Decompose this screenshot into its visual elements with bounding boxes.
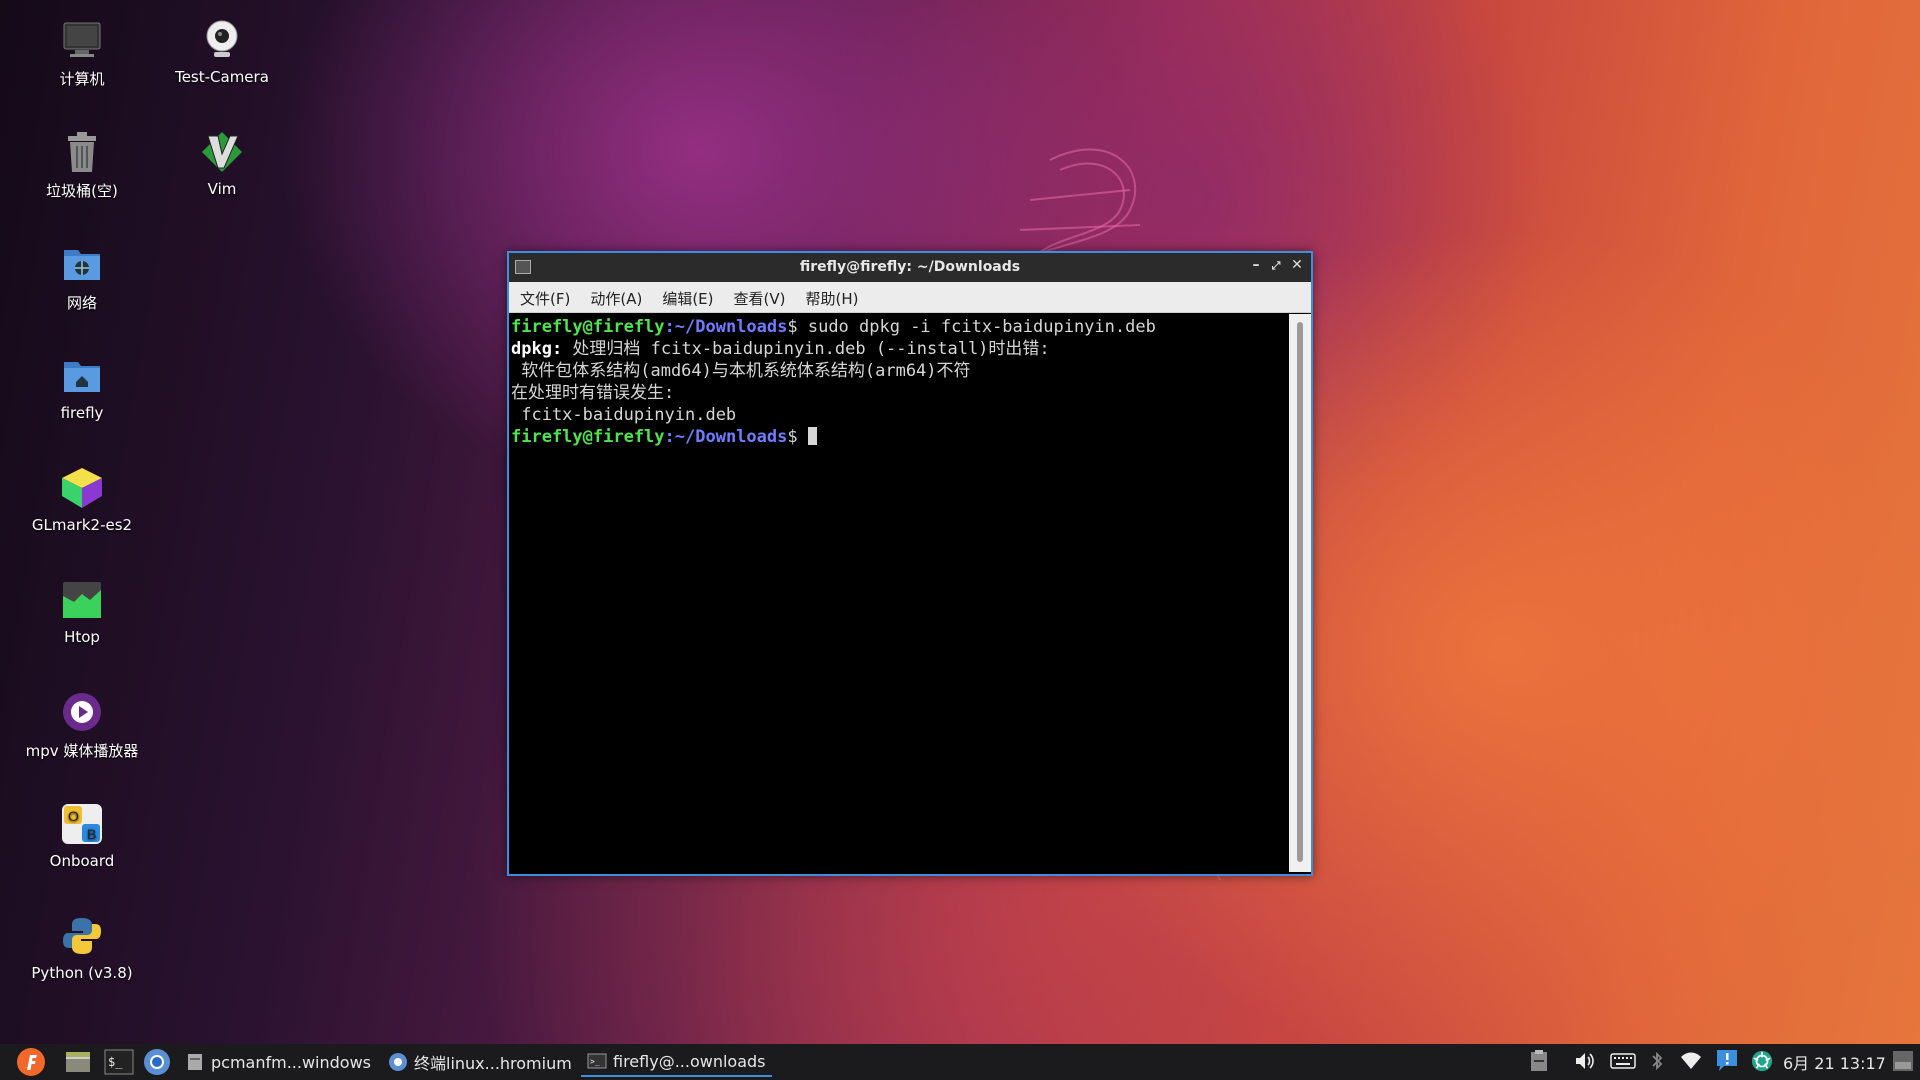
maximize-button[interactable]: ⤢ <box>1267 259 1285 273</box>
desktop-icon-label: 计算机 <box>59 70 105 88</box>
desktop-icon-firefly[interactable]: firefly <box>17 354 147 422</box>
desktop-icon-label: Python (v3.8) <box>31 964 133 982</box>
keyboard-icon[interactable] <box>1610 1050 1636 1072</box>
close-button[interactable]: ✕ <box>1288 257 1306 273</box>
chromium-icon <box>144 1049 170 1075</box>
task-label: 终端linux...hromium <box>414 1054 572 1073</box>
menu-view[interactable]: 查看(V) <box>724 282 796 312</box>
menu-file[interactable]: 文件(F) <box>509 282 580 312</box>
menu-edit[interactable]: 编辑(E) <box>652 282 723 312</box>
prompt-user: firefly@firefly <box>511 427 665 447</box>
desktop-icon-onboard[interactable]: OB Onboard <box>17 802 147 870</box>
window-titlebar[interactable]: firefly@firefly: ~/Downloads – ⤢ ✕ <box>509 253 1311 282</box>
terminal-window[interactable]: firefly@firefly: ~/Downloads – ⤢ ✕ 文件(F)… <box>507 251 1313 876</box>
volume-icon[interactable] <box>1574 1050 1596 1072</box>
desktop-icon-label: mpv 媒体播放器 <box>25 742 139 760</box>
desktop-icon-htop[interactable]: Htop <box>17 578 147 646</box>
taskbar: $_ pcmanfm...windows 终端linux...hromium >… <box>0 1044 1920 1080</box>
desktop-icon-label: Onboard <box>49 852 115 870</box>
scrollbar-thumb[interactable] <box>1297 322 1303 862</box>
prompt-path: :~/Downloads <box>664 317 788 337</box>
svg-text:>_: >_ <box>590 1057 600 1066</box>
vim-icon <box>200 130 244 174</box>
svg-text:B: B <box>87 826 96 842</box>
terminal-line: dpkg: 处理归档 fcitx-baidupinyin.deb (--inst… <box>511 338 1287 360</box>
desktop-icon-label: Htop <box>64 628 100 646</box>
desktop-icon-test-camera[interactable]: Test-Camera <box>157 18 287 86</box>
menu-help[interactable]: 帮助(H) <box>795 282 868 312</box>
desktop-icon-network[interactable]: 网络 <box>17 242 147 313</box>
desktop-icon-trash[interactable]: 垃圾桶(空) <box>17 130 147 201</box>
desktop-icon-label: GLmark2-es2 <box>31 516 133 534</box>
notification-icon[interactable] <box>1716 1050 1738 1072</box>
prompt-symbol: $ <box>787 317 808 337</box>
chromium-icon <box>389 1053 407 1071</box>
terminal-line: fcitx-baidupinyin.deb <box>511 405 737 425</box>
file-manager-icon <box>188 1054 202 1070</box>
desktop-icon-label: 网络 <box>66 294 97 312</box>
task-pcmanfm[interactable]: pcmanfm...windows <box>181 1047 377 1077</box>
computer-icon <box>60 18 104 62</box>
prompt-path: :~/Downloads <box>664 427 788 447</box>
network-folder-icon <box>60 242 104 286</box>
task-label: firefly@...ownloads <box>613 1051 766 1071</box>
task-terminal[interactable]: >_ firefly@...ownloads <box>581 1047 772 1077</box>
command-text: sudo dpkg -i fcitx-baidupinyin.deb <box>807 317 1156 337</box>
onboard-keyboard-icon: OB <box>60 802 104 846</box>
prompt-user: firefly@firefly <box>511 317 665 337</box>
file-manager-icon <box>66 1052 90 1072</box>
menu-action[interactable]: 动作(A) <box>580 282 652 312</box>
terminal-launcher[interactable]: $_ <box>104 1044 134 1080</box>
task-chromium[interactable]: 终端linux...hromium <box>382 1047 578 1077</box>
prompt-symbol: $ <box>787 427 808 447</box>
clock[interactable]: 6月 21 13:17 <box>1783 1044 1886 1080</box>
firefly-logo-icon <box>17 1048 45 1076</box>
svg-text:O: O <box>68 808 79 824</box>
svg-text:$_: $_ <box>108 1055 123 1069</box>
window-title: firefly@firefly: ~/Downloads <box>799 259 1021 275</box>
output-label: dpkg: <box>511 339 563 359</box>
wifi-icon[interactable] <box>1680 1050 1702 1072</box>
desktop-icon-label: Vim <box>207 180 237 198</box>
clock-text: 6月 21 13:17 <box>1783 1054 1886 1073</box>
task-label: pcmanfm...windows <box>211 1052 371 1072</box>
minimize-button[interactable]: – <box>1247 257 1265 273</box>
start-menu-button[interactable] <box>16 1044 46 1080</box>
terminal-output[interactable]: firefly@firefly:~/Downloads$ sudo dpkg -… <box>509 314 1287 872</box>
desktop-icon-glmark2[interactable]: GLmark2-es2 <box>17 466 147 534</box>
terminal-icon: $_ <box>104 1049 134 1075</box>
terminal-line: firefly@firefly:~/Downloads$ sudo dpkg -… <box>511 316 1287 338</box>
browser-launcher[interactable] <box>143 1044 171 1080</box>
desktop-icon-label: 垃圾桶(空) <box>46 182 118 200</box>
desktop-icon-mpv[interactable]: mpv 媒体播放器 <box>17 690 147 761</box>
home-folder-icon <box>60 354 104 398</box>
desktop-icon-python[interactable]: Python (v3.8) <box>17 914 147 982</box>
bluetooth-icon[interactable] <box>1646 1050 1668 1072</box>
terminal-line: 在处理时有错误发生: <box>511 383 675 403</box>
terminal-line: 软件包体系结构(amd64)与本机系统体系结构(arm64)不符 <box>511 361 971 381</box>
desktop-icon-label: firefly <box>60 404 104 422</box>
glmark-cube-icon <box>60 466 104 510</box>
terminal-line: firefly@firefly:~/Downloads$ <box>511 426 1287 448</box>
trash-icon <box>60 130 104 174</box>
terminal-icon: >_ <box>587 1053 607 1069</box>
desktop-icon-label: Test-Camera <box>175 68 269 86</box>
scrollbar[interactable] <box>1289 314 1311 872</box>
webcam-icon <box>200 18 244 62</box>
show-desktop-icon[interactable] <box>1892 1050 1914 1072</box>
menubar: 文件(F) 动作(A) 编辑(E) 查看(V) 帮助(H) <box>509 282 1311 313</box>
htop-icon <box>60 578 104 622</box>
output-text: 处理归档 fcitx-baidupinyin.deb (--install)时出… <box>562 339 1050 359</box>
clipboard-tray-icon[interactable] <box>1528 1050 1550 1072</box>
text-cursor <box>807 427 817 445</box>
file-manager-launcher[interactable] <box>64 1044 92 1080</box>
desktop-icon-computer[interactable]: 计算机 <box>17 18 147 89</box>
mpv-icon <box>60 690 104 734</box>
update-status-icon[interactable] <box>1751 1050 1773 1072</box>
desktop-icon-vim[interactable]: Vim <box>157 130 287 198</box>
python-icon <box>60 914 104 958</box>
